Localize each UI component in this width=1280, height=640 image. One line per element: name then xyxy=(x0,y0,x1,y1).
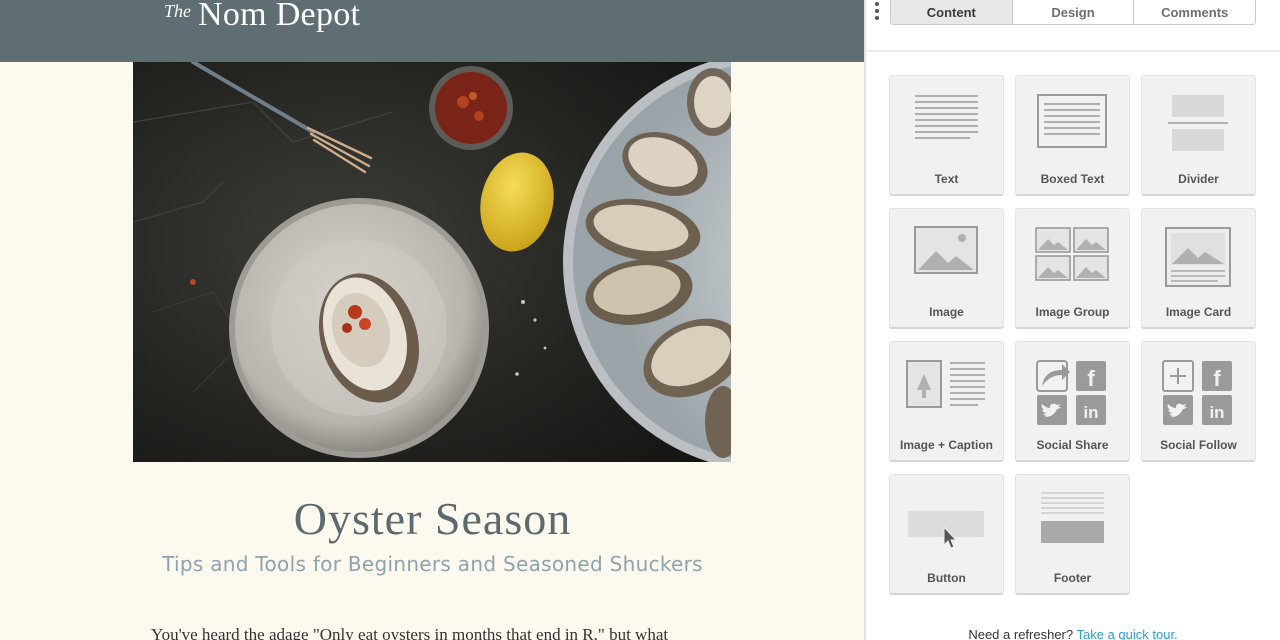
block-label: Social Follow xyxy=(1160,438,1237,452)
tab-comments[interactable]: Comments xyxy=(1133,0,1255,24)
divider-block-icon xyxy=(1168,95,1228,151)
block-label: Footer xyxy=(1053,571,1092,585)
email-body-text[interactable]: You've heard the adage "Only eat oysters… xyxy=(151,625,751,640)
block-image-card[interactable]: Image Card xyxy=(1141,208,1256,329)
refresher-text: Need a refresher? xyxy=(968,627,1074,640)
svg-text:in: in xyxy=(1083,403,1098,422)
social-share-block-icon: f in xyxy=(1036,360,1106,425)
email-preview-canvas[interactable]: The Nom Depot Oyster Season Tips and Too… xyxy=(0,0,865,640)
email-subheadline[interactable]: Tips and Tools for Beginners and Seasone… xyxy=(0,552,865,576)
footer-block-icon xyxy=(1041,492,1104,543)
quick-tour-link[interactable]: Take a quick tour. xyxy=(1077,627,1178,640)
svg-text:in: in xyxy=(1209,403,1224,422)
oysters-photo xyxy=(133,62,731,462)
block-text[interactable]: Text xyxy=(889,75,1004,196)
logo-name: Nom Depot xyxy=(198,0,361,33)
tab-design[interactable]: Design xyxy=(1011,0,1134,24)
block-label: Image Card xyxy=(1165,305,1232,319)
tab-content[interactable]: Content xyxy=(891,0,1012,24)
svg-text:f: f xyxy=(1213,366,1221,391)
block-label: Text xyxy=(934,172,959,186)
image-block-icon xyxy=(914,226,978,274)
boxed-text-block-icon xyxy=(1037,94,1107,148)
block-social-share[interactable]: f in Social Share xyxy=(1015,341,1130,462)
refresher-note: Need a refresher? Take a quick tour. xyxy=(866,627,1280,640)
block-image[interactable]: Image xyxy=(889,208,1004,329)
block-image-caption[interactable]: Image + Caption xyxy=(889,341,1004,462)
panel-tabs: Content Design Comments xyxy=(890,0,1256,25)
tabs-separator xyxy=(866,50,1280,52)
email-headline[interactable]: Oyster Season xyxy=(0,492,865,545)
brand-logo: The Nom Depot xyxy=(164,0,360,34)
email-header-bar[interactable]: The Nom Depot xyxy=(0,0,865,62)
image-card-block-icon xyxy=(1165,227,1231,287)
block-label: Social Share xyxy=(1036,438,1109,452)
block-social-follow[interactable]: f in Social Follow xyxy=(1141,341,1256,462)
block-footer[interactable]: Footer xyxy=(1015,474,1130,595)
svg-text:f: f xyxy=(1087,366,1095,391)
social-follow-block-icon: f in xyxy=(1162,360,1232,425)
block-label: Boxed Text xyxy=(1040,172,1105,186)
block-label: Divider xyxy=(1178,172,1219,186)
logo-prefix: The xyxy=(164,1,191,21)
hero-image-oysters[interactable] xyxy=(133,62,731,462)
text-block-icon xyxy=(915,95,978,139)
block-button[interactable]: Button xyxy=(889,474,1004,595)
block-label: Image xyxy=(929,305,964,319)
block-label: Button xyxy=(927,571,966,585)
block-image-group[interactable]: Image Group xyxy=(1015,208,1130,329)
block-boxed-text[interactable]: Boxed Text xyxy=(1015,75,1130,196)
editor-panel: Content Design Comments Text Boxed Text … xyxy=(866,0,1280,640)
image-caption-block-icon xyxy=(906,360,985,408)
block-divider[interactable]: Divider xyxy=(1141,75,1256,196)
image-group-block-icon xyxy=(1035,227,1109,281)
button-block-icon xyxy=(908,511,984,549)
more-options-icon[interactable] xyxy=(874,0,880,22)
block-label: Image Group xyxy=(1035,305,1110,319)
block-label: Image + Caption xyxy=(899,438,994,452)
